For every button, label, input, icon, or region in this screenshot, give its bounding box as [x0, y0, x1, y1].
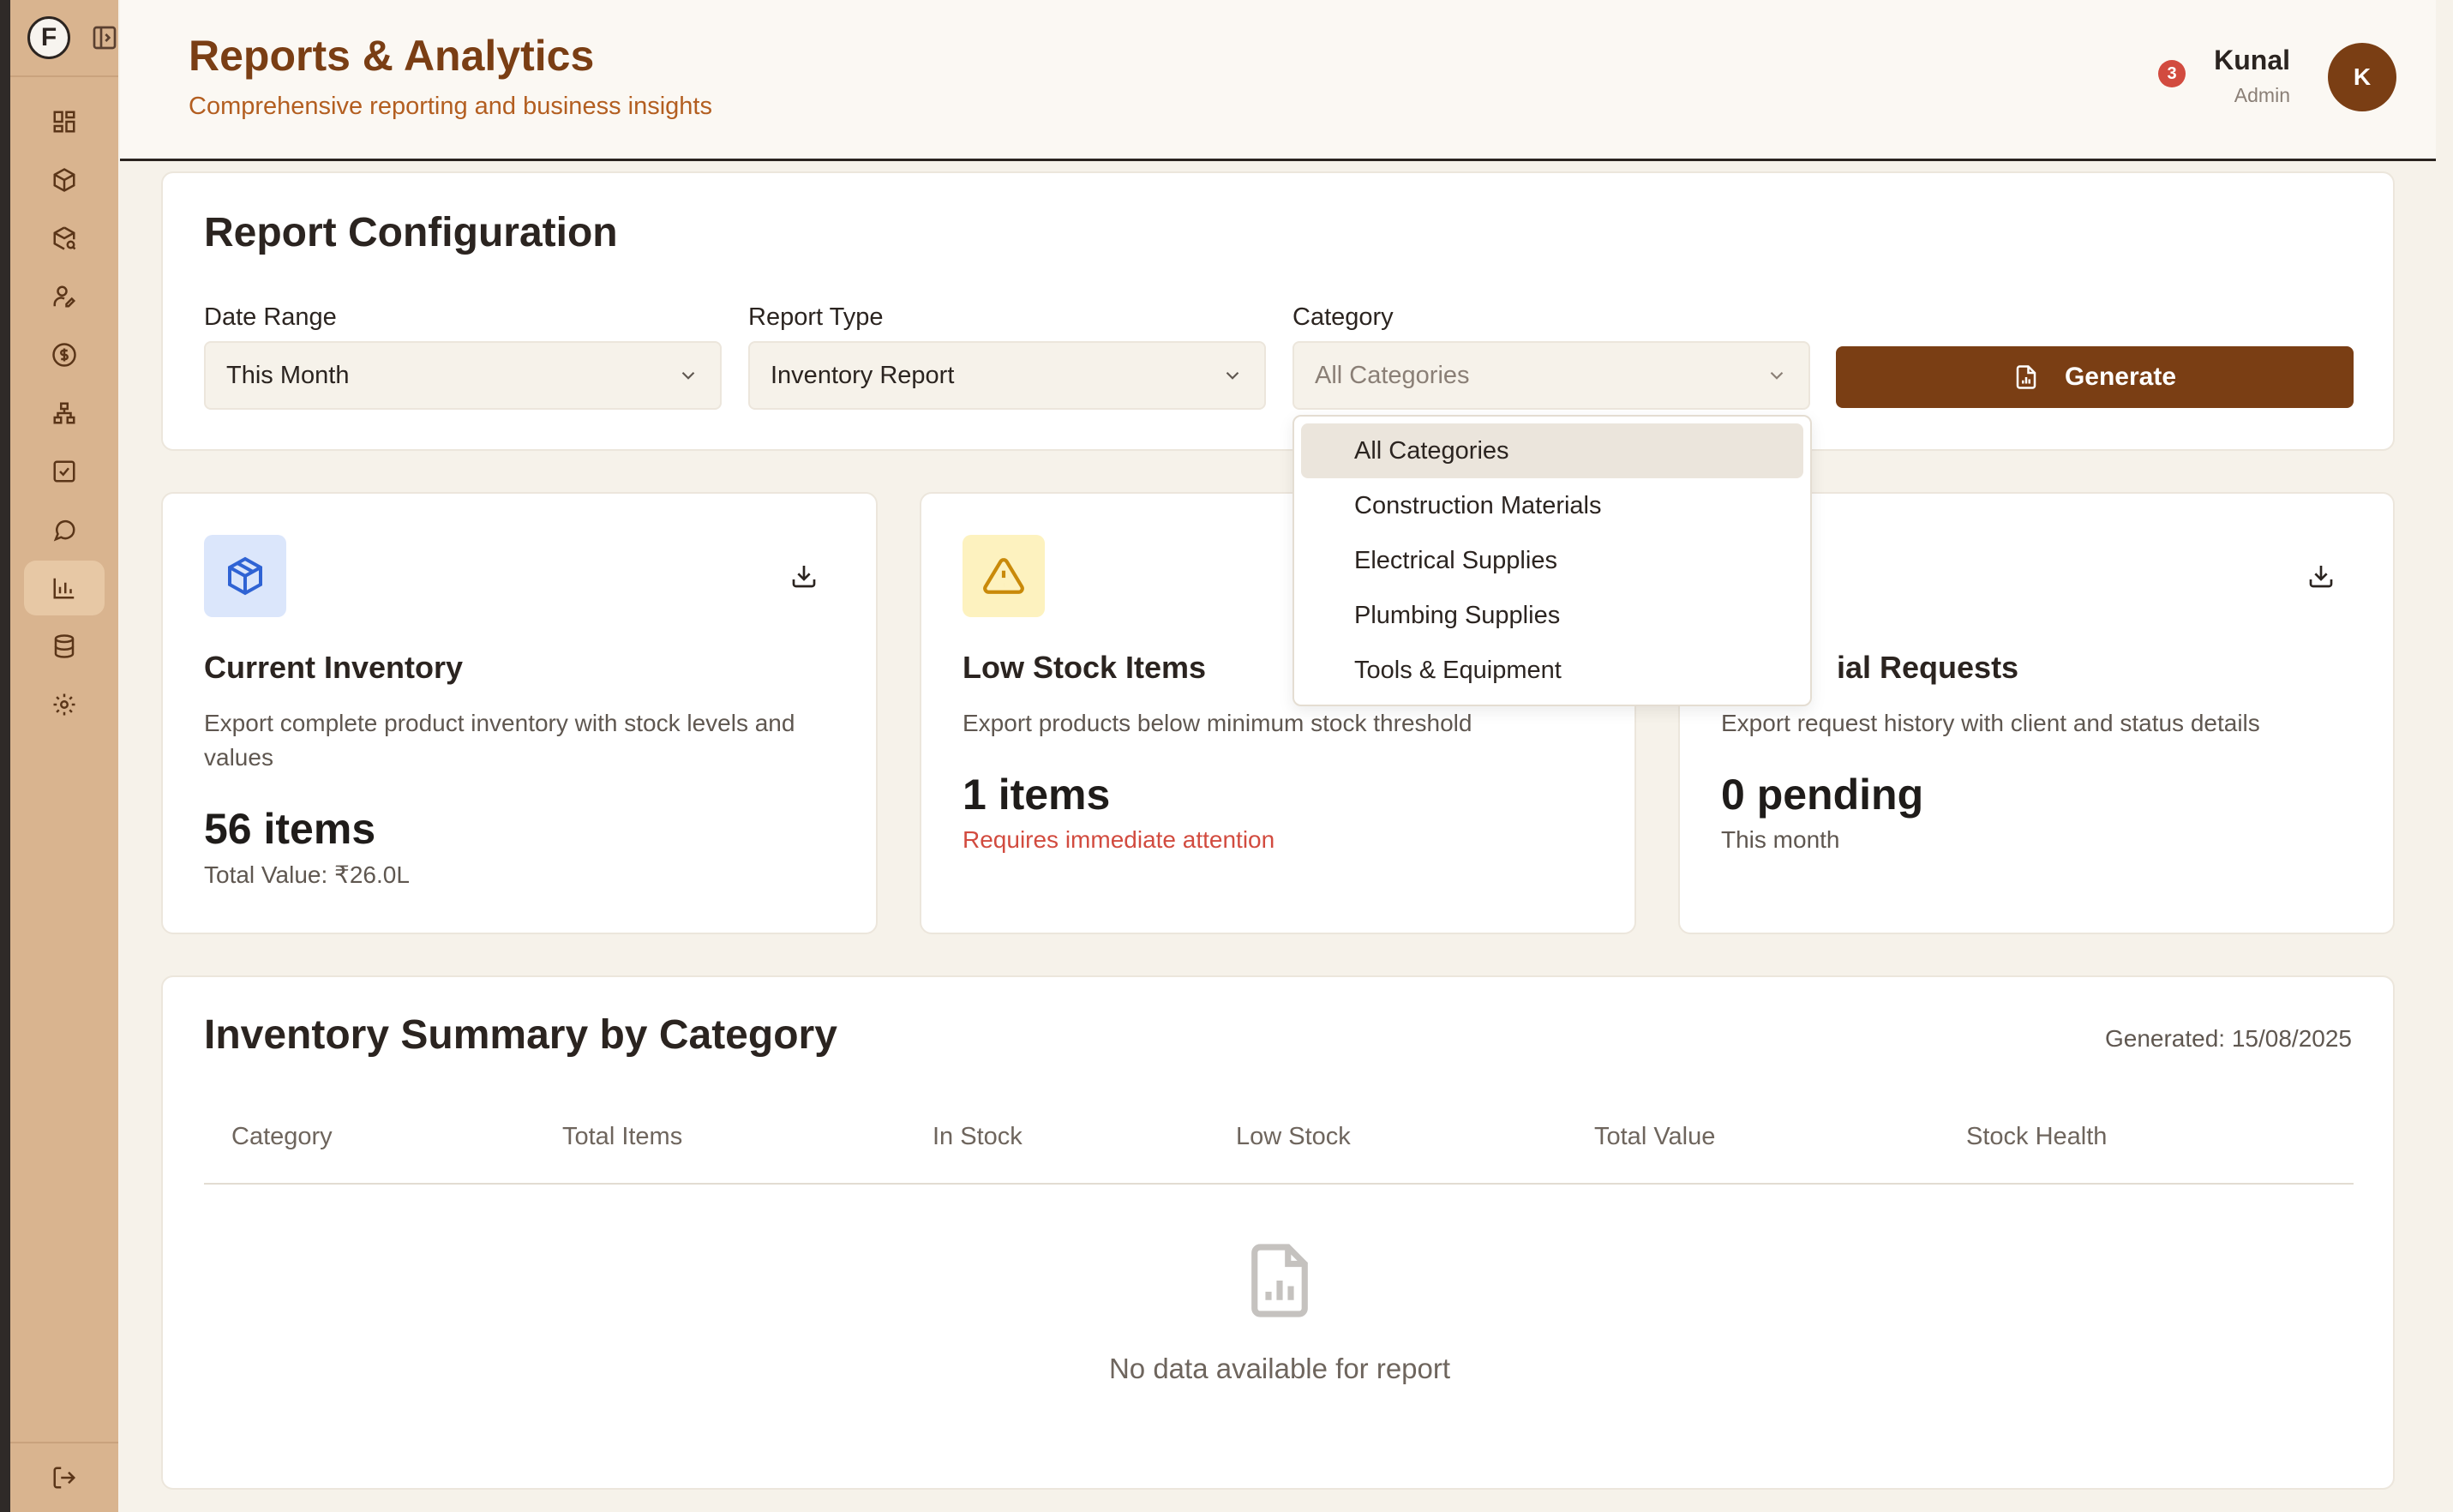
dollar-icon: [52, 343, 76, 367]
user-edit-icon: [53, 285, 76, 308]
sidebar-toggle-icon[interactable]: [91, 24, 118, 51]
logout-button[interactable]: [10, 1442, 118, 1512]
card-description: Export products below minimum stock thre…: [963, 710, 1472, 736]
file-chart-icon: [2016, 365, 2036, 389]
sidebar-item-reports[interactable]: [24, 561, 105, 615]
sidebar-nav: [10, 94, 118, 735]
generate-label: Generate: [2064, 363, 2177, 391]
chat-icon: [53, 519, 75, 542]
card-subtext: This month: [1721, 826, 1840, 853]
summary-title: Inventory Summary by Category: [204, 1012, 837, 1058]
table-header-divider: [204, 1183, 2354, 1185]
card-value: 56 items: [204, 805, 376, 853]
sidebar-item-inventory-search[interactable]: [24, 211, 105, 266]
package-icon: [228, 556, 262, 596]
file-chart-icon: [1251, 1244, 1308, 1317]
database-icon: [54, 634, 75, 658]
card-value: 0 pending: [1721, 771, 1924, 819]
package-icon: [53, 168, 75, 192]
inventory-summary-panel: Inventory Summary by Category Generated:…: [161, 975, 2395, 1490]
download-icon: [2309, 566, 2333, 588]
card-subtext: Requires immediate attention: [963, 826, 1275, 853]
report-configuration-panel: Report Configuration Date Range This Mon…: [161, 171, 2395, 451]
sidebar-item-network[interactable]: [24, 386, 105, 441]
download-icon: [792, 566, 816, 588]
logout-icon: [53, 1467, 76, 1489]
bar-chart-icon: [53, 578, 75, 599]
column-header[interactable]: In Stock: [933, 1123, 1023, 1151]
user-name: Kunal: [2214, 45, 2290, 75]
empty-state-text: No data available for report: [1108, 1353, 1451, 1384]
download-button[interactable]: [2306, 561, 2336, 591]
checkbox-icon: [53, 460, 75, 483]
sidebar-item-finance[interactable]: [24, 327, 105, 382]
category-value: All Categories: [1315, 361, 1470, 389]
category-label: Category: [1292, 303, 1394, 331]
date-range-label: Date Range: [204, 303, 337, 331]
date-range-select[interactable]: This Month: [204, 341, 722, 410]
network-icon: [53, 402, 75, 424]
generated-date: Generated: 15/08/2025: [2104, 1025, 2352, 1052]
page-header: Reports & Analytics Comprehensive report…: [120, 0, 2436, 161]
user-role: Admin: [2234, 84, 2290, 106]
dropdown-option[interactable]: Plumbing Supplies: [1301, 588, 1803, 643]
card-value: 1 items: [963, 771, 1111, 819]
chevron-down-icon: [1770, 371, 1784, 380]
page-title: Reports & Analytics: [189, 32, 595, 80]
card-description: Export request history with client and s…: [1721, 710, 2260, 736]
window-edge: [0, 0, 10, 1512]
card-title: ial Requests: [1837, 650, 2019, 685]
report-type-label: Report Type: [748, 303, 884, 331]
chevron-down-icon: [681, 371, 695, 380]
sidebar-item-tasks[interactable]: [24, 444, 105, 499]
chevron-down-icon: [1226, 371, 1239, 380]
dropdown-option[interactable]: Electrical Supplies: [1301, 533, 1803, 588]
column-header[interactable]: Total Items: [562, 1123, 682, 1151]
category-select[interactable]: All Categories: [1292, 341, 1810, 410]
category-dropdown-menu: All Categories Construction Materials El…: [1292, 415, 1812, 706]
column-header[interactable]: Low Stock: [1236, 1123, 1351, 1151]
sidebar-item-messages[interactable]: [24, 502, 105, 557]
config-title: Report Configuration: [204, 210, 618, 255]
card-current-inventory: Current Inventory Export complete produc…: [161, 492, 878, 934]
date-range-value: This Month: [226, 361, 350, 389]
column-header[interactable]: Category: [231, 1123, 333, 1151]
avatar[interactable]: K: [2328, 43, 2396, 111]
notification-badge[interactable]: 3: [2158, 60, 2186, 87]
report-type-select[interactable]: Inventory Report: [748, 341, 1266, 410]
page-subtitle: Comprehensive reporting and business ins…: [189, 93, 712, 120]
settings-icon: [53, 693, 75, 716]
warning-icon: [983, 558, 1024, 594]
sidebar-item-products[interactable]: [24, 153, 105, 207]
package-search-icon: [53, 226, 76, 250]
card-icon-box: [204, 535, 286, 617]
report-type-value: Inventory Report: [771, 361, 955, 389]
dashboard-icon: [53, 111, 75, 133]
card-subtext: Total Value: ₹26.0L: [204, 861, 410, 888]
column-header[interactable]: Total Value: [1594, 1123, 1715, 1151]
column-header[interactable]: Stock Health: [1966, 1123, 2107, 1151]
dropdown-option[interactable]: Tools & Equipment: [1301, 643, 1803, 698]
sidebar: F: [10, 0, 118, 1512]
sidebar-item-database[interactable]: [24, 619, 105, 674]
dropdown-option[interactable]: All Categories: [1301, 423, 1803, 478]
dropdown-option[interactable]: Construction Materials: [1301, 478, 1803, 533]
card-description: Export complete product inventory with s…: [204, 710, 795, 771]
download-button[interactable]: [789, 561, 819, 591]
sidebar-item-settings[interactable]: [24, 677, 105, 732]
sidebar-header: F: [10, 0, 118, 77]
app-logo[interactable]: F: [27, 16, 70, 59]
sidebar-item-dashboard[interactable]: [24, 94, 105, 149]
card-icon-box: [963, 535, 1045, 617]
logo-letter: F: [40, 23, 57, 51]
sidebar-item-users[interactable]: [24, 269, 105, 324]
card-title: Current Inventory: [204, 650, 464, 685]
card-title: Low Stock Items: [963, 650, 1207, 685]
generate-button[interactable]: Generate: [1836, 346, 2354, 408]
